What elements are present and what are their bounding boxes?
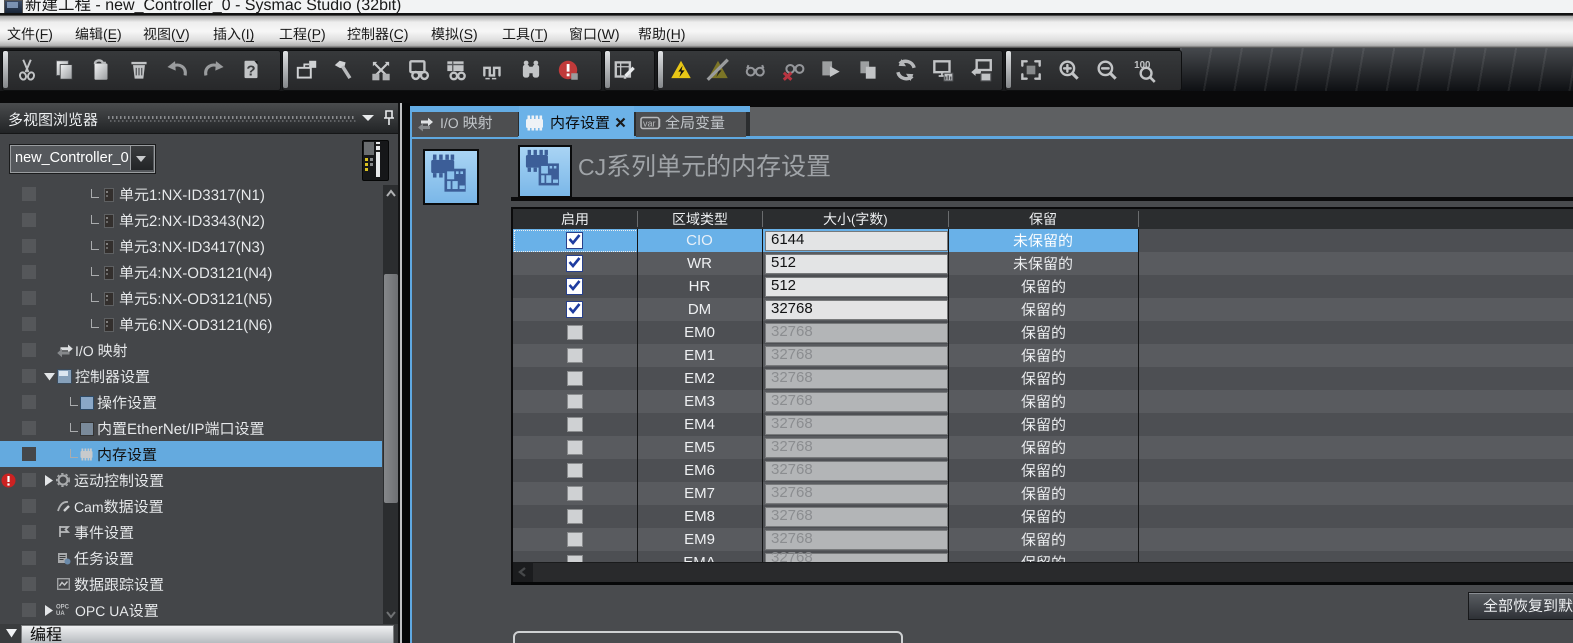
svg-text:UA: UA (56, 611, 65, 617)
svg-text:var: var (643, 119, 656, 129)
svg-text:?: ? (246, 62, 255, 79)
svg-text:OPC: OPC (56, 605, 70, 611)
